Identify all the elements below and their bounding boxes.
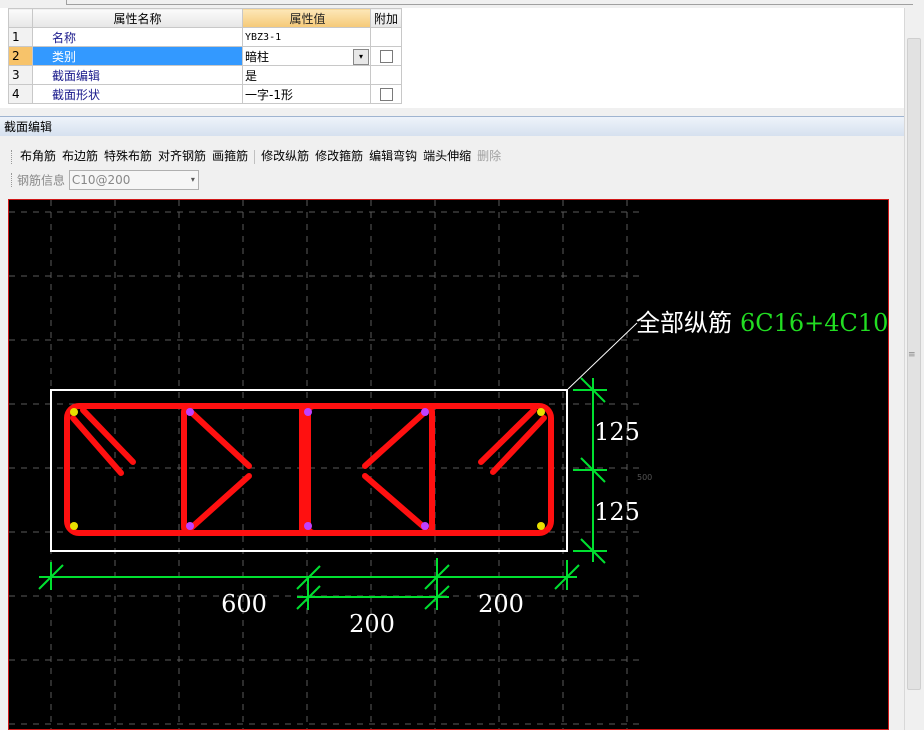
bar-c16[interactable]: [70, 408, 78, 416]
small-dim-label: 500: [637, 473, 652, 482]
special-rebar-button[interactable]: 特殊布筋: [101, 144, 155, 168]
property-row[interactable]: 3 截面编辑 是: [8, 65, 402, 85]
property-row[interactable]: 4 截面形状 一字-1形: [8, 84, 402, 104]
property-panel: 属性名称 属性值 附加 1 名称 YBZ3-1 2 类别 暗柱 ▾ 3 截面编辑 …: [0, 8, 904, 108]
dim-label-width: 200: [478, 590, 524, 618]
bar-c16[interactable]: [70, 522, 78, 530]
row-number: 3: [8, 65, 33, 85]
delete-button[interactable]: 删除: [474, 144, 504, 168]
vertical-scrollbar[interactable]: ≡: [904, 8, 922, 730]
column-header-value[interactable]: 属性值: [242, 8, 371, 28]
extra-checkbox[interactable]: [379, 88, 393, 101]
edit-hook-button[interactable]: 编辑弯钩: [366, 144, 420, 168]
property-value[interactable]: 一字-1形: [242, 84, 371, 104]
rebar-annotation[interactable]: 全部纵筋 6C16+4C10: [636, 309, 888, 337]
dim-label-height: 125: [594, 418, 640, 446]
dim-label-width: 200: [349, 610, 395, 638]
extra-cell[interactable]: [370, 46, 402, 66]
hook: [188, 409, 252, 469]
rebar-info-label: 钢筋信息: [17, 173, 66, 188]
property-row[interactable]: 1 名称 YBZ3-1: [8, 27, 402, 47]
modify-longitudinal-rebar-button[interactable]: 修改纵筋: [258, 144, 312, 168]
rebar-info-toolbar: 钢筋信息 C10@200 ▾: [10, 170, 892, 196]
bar-c16[interactable]: [537, 522, 545, 530]
property-value-dropdown[interactable]: 暗柱 ▾: [242, 46, 371, 66]
column-header-name[interactable]: 属性名称: [32, 8, 243, 28]
dim-label-height: 125: [594, 498, 640, 526]
bar-c10[interactable]: [421, 522, 429, 530]
toolbar-separator: [254, 149, 256, 164]
modify-stirrup-button[interactable]: 修改箍筋: [312, 144, 366, 168]
section-drawing[interactable]: 600 200 200 125 125 500 全部纵筋 6C16+4C10: [9, 200, 888, 729]
property-row-selected[interactable]: 2 类别 暗柱 ▾: [8, 46, 402, 66]
extra-checkbox[interactable]: [379, 50, 393, 63]
property-value[interactable]: 是: [242, 65, 371, 85]
section-editor-title: 截面编辑: [0, 116, 904, 136]
chevron-down-icon[interactable]: ▾: [353, 48, 369, 65]
row-number: 2: [8, 46, 33, 66]
property-value[interactable]: YBZ3-1: [242, 27, 371, 47]
hook: [362, 473, 428, 531]
dim-label-width: 600: [221, 590, 267, 618]
grid-lines: [9, 200, 641, 729]
bar-c16[interactable]: [304, 522, 312, 530]
scrollbar-thumb[interactable]: [907, 38, 921, 690]
bar-c16[interactable]: [304, 408, 312, 416]
row-number: 4: [8, 84, 33, 104]
property-grid-header: 属性名称 属性值 附加: [8, 8, 402, 28]
property-name[interactable]: 截面编辑: [32, 65, 243, 85]
bar-c16[interactable]: [537, 408, 545, 416]
bar-c10[interactable]: [186, 522, 194, 530]
extra-cell: [370, 27, 402, 47]
bar-c10[interactable]: [186, 408, 194, 416]
annotation-label: 全部纵筋: [636, 309, 732, 337]
end-extension-button[interactable]: 端头伸缩: [420, 144, 474, 168]
extra-cell: [370, 65, 402, 85]
property-name[interactable]: 类别: [32, 46, 243, 66]
chevron-down-icon[interactable]: ▾: [191, 171, 195, 189]
row-number: 1: [8, 27, 33, 47]
toolbar-grip: [11, 149, 13, 164]
property-name[interactable]: 名称: [32, 27, 243, 47]
rebar-info-combobox[interactable]: C10@200 ▾: [68, 170, 199, 190]
section-toolbar: 布角筋 布边筋 特殊布筋 对齐钢筋 画箍筋 修改纵筋 修改箍筋 编辑弯钩 端头伸缩 删除: [10, 144, 892, 168]
scrollbar-grip-icon: ≡: [908, 350, 916, 360]
place-edge-rebar-button[interactable]: 布边筋: [59, 144, 101, 168]
align-rebar-button[interactable]: 对齐钢筋: [155, 144, 209, 168]
drawing-canvas[interactable]: 600 200 200 125 125 500 全部纵筋 6C16+4C10: [8, 199, 889, 730]
stirrups[interactable]: [64, 403, 554, 536]
property-value-text: 暗柱: [245, 49, 270, 64]
bar-c10[interactable]: [421, 408, 429, 416]
column-header-extra[interactable]: 附加: [370, 8, 402, 28]
hook: [188, 473, 252, 531]
annotation-value: 6C16+4C10: [740, 309, 888, 337]
hook: [362, 409, 428, 469]
row-number-header: [8, 8, 33, 28]
rebar-info-value: C10@200: [71, 173, 131, 187]
extra-cell[interactable]: [370, 84, 402, 104]
property-grid: 属性名称 属性值 附加 1 名称 YBZ3-1 2 类别 暗柱 ▾ 3 截面编辑 …: [8, 8, 402, 104]
place-corner-rebar-button[interactable]: 布角筋: [17, 144, 59, 168]
toolbar-grip: [11, 173, 13, 187]
property-name[interactable]: 截面形状: [32, 84, 243, 104]
dimension-lines: [38, 377, 607, 610]
top-strip: [0, 0, 924, 8]
draw-stirrup-button[interactable]: 画箍筋: [209, 144, 251, 168]
